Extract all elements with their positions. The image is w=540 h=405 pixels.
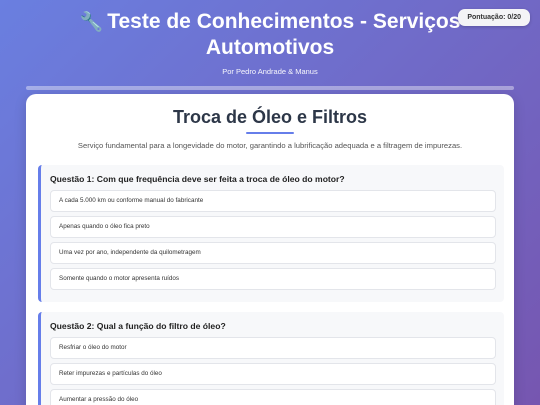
page-title-text: Teste de Conhecimentos - Serviços Automo…	[107, 10, 461, 59]
page-subtitle: Por Pedro Andrade & Manus	[222, 67, 318, 76]
wrench-icon: 🔧	[79, 12, 104, 33]
page-title: 🔧 Teste de Conhecimentos - Serviços Autom…	[60, 9, 480, 60]
question-text: Questão 2: Qual a função do filtro de ól…	[50, 321, 226, 331]
question-text: Questão 1: Com que frequência deve ser f…	[50, 174, 345, 184]
answer-option[interactable]: Uma vez por ano, independente da quilome…	[50, 242, 496, 264]
progress-bar	[26, 86, 514, 90]
question-block: Questão 2: Qual a função do filtro de ól…	[38, 312, 504, 405]
answer-option[interactable]: Reter impurezas e partículas do óleo	[50, 363, 496, 385]
score-badge: Pontuação: 0/20	[458, 9, 530, 26]
section-description: Serviço fundamental para a longevidade d…	[77, 141, 463, 150]
answer-option[interactable]: Aumentar a pressão do óleo	[50, 389, 496, 405]
answer-option[interactable]: A cada 5.000 km ou conforme manual do fa…	[50, 190, 496, 212]
answer-option[interactable]: Resfriar o óleo do motor	[50, 337, 496, 359]
answer-option[interactable]: Apenas quando o óleo fica preto	[50, 216, 496, 238]
answer-option[interactable]: Somente quando o motor apresenta ruídos	[50, 268, 496, 290]
title-underline	[246, 132, 294, 134]
section-title: Troca de Óleo e Filtros	[172, 107, 368, 127]
quiz-card: Troca de Óleo e Filtros Serviço fundamen…	[26, 94, 514, 405]
question-block: Questão 1: Com que frequência deve ser f…	[38, 165, 504, 302]
